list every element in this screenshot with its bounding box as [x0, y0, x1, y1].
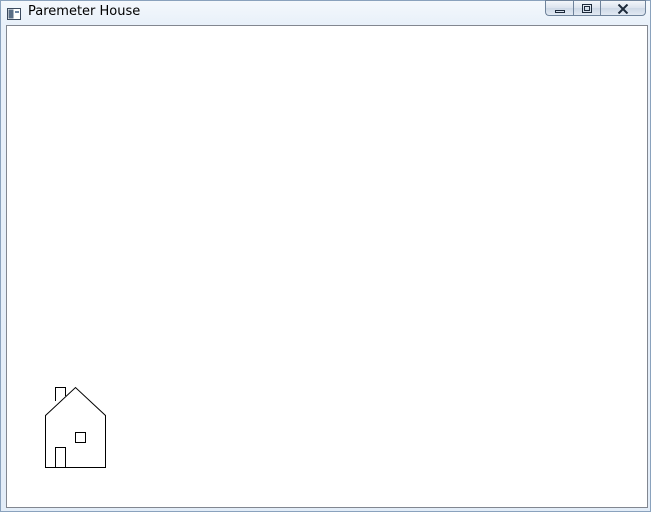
house-chimney	[55, 387, 66, 401]
caption-buttons	[545, 0, 646, 17]
maximize-icon	[581, 0, 593, 18]
house-door	[55, 447, 66, 468]
app-window-icon[interactable]	[7, 5, 21, 20]
house-window	[75, 432, 86, 443]
house-outline	[45, 386, 106, 468]
window-title: Paremeter House	[28, 4, 141, 19]
maximize-button[interactable]	[573, 0, 600, 16]
app-window: Paremeter House	[0, 0, 651, 512]
close-button[interactable]	[600, 0, 646, 16]
house-drawing	[45, 386, 106, 468]
drawing-canvas[interactable]	[6, 25, 648, 508]
close-icon	[617, 0, 629, 18]
minimize-icon	[554, 0, 566, 18]
title-bar[interactable]: Paremeter House	[1, 0, 650, 23]
minimize-button[interactable]	[545, 0, 573, 16]
